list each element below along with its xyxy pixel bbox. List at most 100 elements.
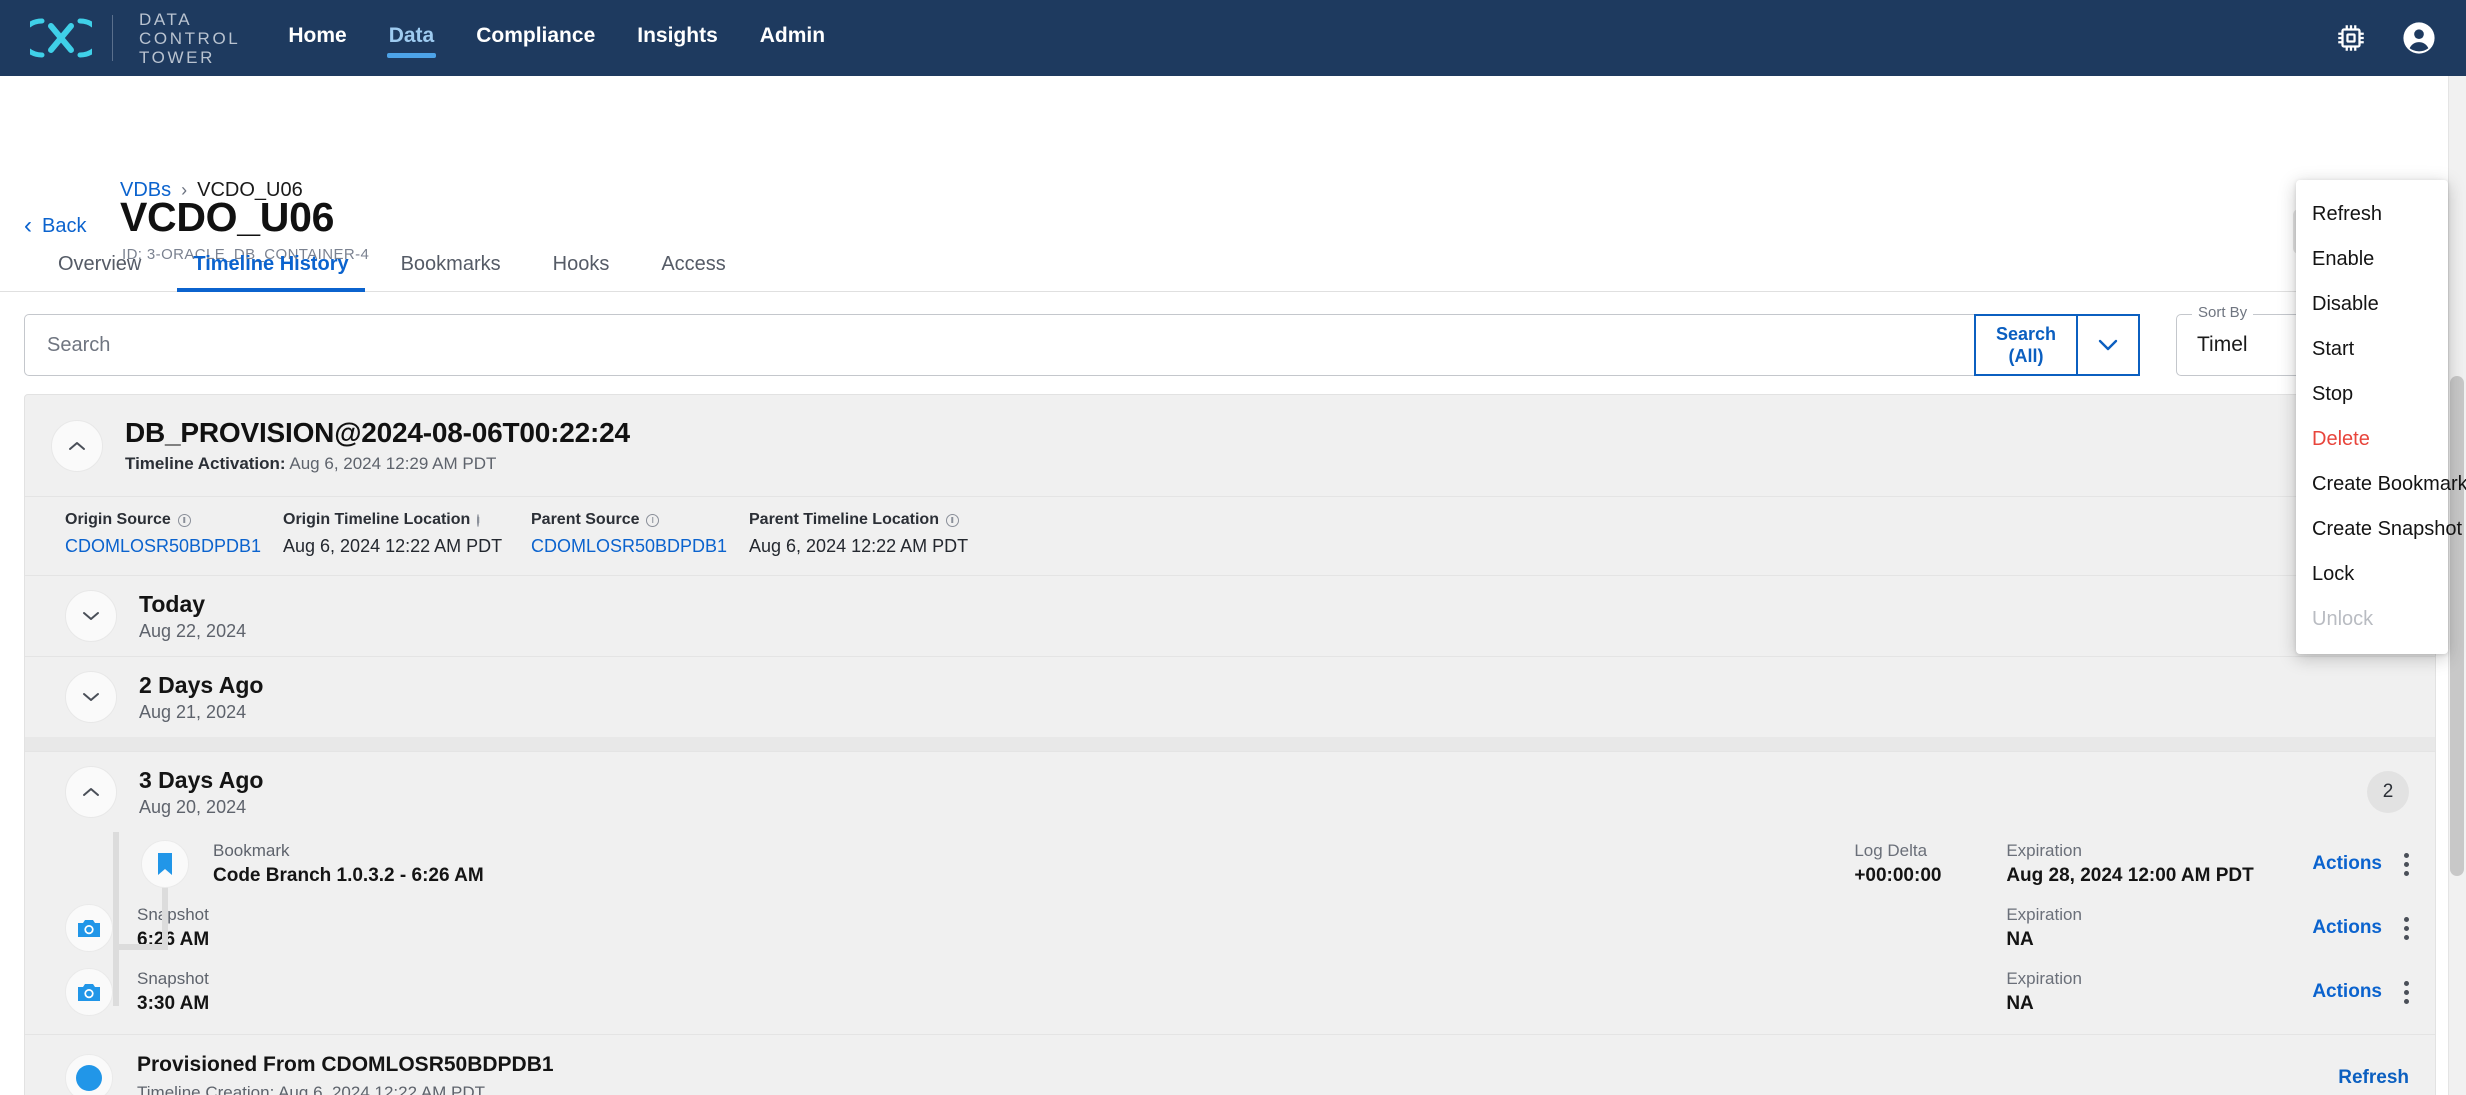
actions-dropdown-menu: Refresh Enable Disable Start Stop Delete… — [2296, 180, 2466, 654]
menu-item-enable[interactable]: Enable — [2296, 237, 2448, 282]
menu-item-stop[interactable]: Stop — [2296, 372, 2448, 417]
timeline-event-row[interactable]: Bookmark Code Branch 1.0.3.2 - 6:26 AM L… — [25, 832, 2435, 896]
timeline-card: DB_PROVISION@2024-08-06T00:22:24 Timelin… — [24, 394, 2436, 1095]
expiration-value: Aug 28, 2024 12:00 AM PDT — [2006, 865, 2254, 886]
meta-parent-source-value[interactable]: CDOMLOSR50BDPDB1 — [531, 536, 727, 557]
row-actions-button[interactable]: Actions — [2312, 853, 2382, 875]
tab-overview[interactable]: Overview — [32, 253, 167, 291]
nav-link-compliance[interactable]: Compliance — [472, 18, 599, 58]
meta-head-text: Origin Source — [65, 511, 171, 528]
menu-item-delete[interactable]: Delete — [2296, 417, 2448, 462]
nav-link-home[interactable]: Home — [284, 18, 350, 58]
log-delta-column — [1854, 926, 1972, 930]
page-scrollbar-thumb[interactable] — [2450, 376, 2464, 876]
search-button[interactable]: Search (All) — [1974, 314, 2078, 376]
search-scope-dropdown-button[interactable] — [2078, 314, 2140, 376]
nav-link-insights[interactable]: Insights — [633, 18, 722, 58]
kebab-menu-icon[interactable] — [2404, 852, 2409, 876]
brand-line-1: DATA — [139, 9, 193, 29]
expiration-column: Expiration NA — [2006, 905, 2278, 951]
tab-hooks[interactable]: Hooks — [527, 253, 636, 291]
page-scrollbar-track[interactable] — [2448, 76, 2466, 1095]
day-group-date: Aug 22, 2024 — [139, 620, 247, 641]
timeline-origin-dot-icon — [65, 1054, 113, 1095]
timeline-card-header: DB_PROVISION@2024-08-06T00:22:24 Timelin… — [25, 395, 2435, 496]
nav-link-data[interactable]: Data — [385, 18, 439, 58]
info-icon[interactable] — [177, 513, 191, 527]
day-group-text: 2 Days Ago Aug 21, 2024 — [139, 672, 263, 723]
expiration-label: Expiration — [2006, 969, 2082, 988]
back-button[interactable]: ‹ Back — [24, 214, 86, 238]
sort-by-label: Sort By — [2192, 304, 2254, 321]
day-expand-toggle[interactable] — [65, 590, 117, 642]
main-nav-links: Home Data Compliance Insights Admin — [284, 18, 829, 58]
search-input[interactable] — [24, 314, 1974, 376]
kebab-menu-icon[interactable] — [2404, 916, 2409, 940]
timeline-activation-value: Aug 6, 2024 12:29 AM PDT — [289, 454, 497, 473]
top-nav-actions — [2334, 21, 2436, 55]
timeline-creation-subtitle: Timeline Creation: Aug 6, 2024 12:22 AM … — [137, 1083, 486, 1095]
day-group-title: Today — [139, 590, 206, 617]
timeline-event-kind: Snapshot — [137, 969, 209, 988]
search-toolbar: Search (All) Sort By Timel — [0, 292, 2466, 394]
log-delta-column: Log Delta +00:00:00 — [1854, 841, 1972, 887]
engine-chip-icon[interactable] — [2334, 21, 2368, 55]
row-actions-button[interactable]: Actions — [2312, 917, 2382, 939]
account-circle-icon[interactable] — [2402, 21, 2436, 55]
timeline-event-name: Code Branch 1.0.3.2 - 6:26 AM — [213, 865, 484, 886]
detail-tabs: Overview Timeline History Bookmarks Hook… — [0, 236, 2466, 292]
expiration-label: Expiration — [2006, 905, 2082, 924]
meta-origin-source-value[interactable]: CDOMLOSR50BDPDB1 — [65, 536, 261, 557]
page-title: VCDO_U06 — [120, 194, 335, 240]
camera-snapshot-icon — [65, 968, 113, 1016]
tab-timeline-history[interactable]: Timeline History — [167, 253, 374, 292]
day-group-header[interactable]: 3 Days Ago Aug 20, 2024 2 — [25, 752, 2435, 832]
group-divider — [25, 737, 2435, 751]
info-icon[interactable] — [646, 513, 660, 527]
day-group-header[interactable]: Today Aug 22, 2024 — [25, 576, 2435, 656]
day-group-count-badge: 2 — [2367, 771, 2409, 813]
timeline-events: Bookmark Code Branch 1.0.3.2 - 6:26 AM L… — [25, 832, 2435, 1034]
timeline-event-row[interactable]: Snapshot 6:26 AM Expiration NA Actions — [25, 896, 2435, 960]
info-icon[interactable] — [945, 513, 959, 527]
menu-item-create-snapshot[interactable]: Create Snapshot — [2296, 507, 2462, 552]
day-group-date: Aug 21, 2024 — [139, 701, 247, 722]
day-expand-toggle[interactable] — [65, 671, 117, 723]
brand-name: DATA CONTROL TOWER — [139, 10, 240, 67]
search-button-line-1: Search — [1995, 324, 2057, 344]
menu-item-refresh[interactable]: Refresh — [2296, 192, 2448, 237]
camera-snapshot-icon — [65, 904, 113, 952]
refresh-link-button[interactable]: Refresh — [2338, 1067, 2409, 1089]
dct-x-logo-icon[interactable] — [19, 15, 103, 61]
timeline-event-kind: Bookmark — [213, 841, 290, 860]
row-actions-button[interactable]: Actions — [2312, 981, 2382, 1003]
chevron-left-icon: ‹ — [24, 212, 32, 239]
day-collapse-toggle[interactable] — [65, 766, 117, 818]
timeline-collapse-toggle[interactable] — [51, 419, 103, 472]
menu-item-start[interactable]: Start — [2296, 327, 2448, 372]
provisioned-from-row: Provisioned From CDOMLOSR50BDPDB1 Timeli… — [25, 1034, 2435, 1095]
meta-parent-source: Parent Source CDOMLOSR50BDPDB1 — [531, 511, 727, 557]
page-header: ‹ Back VDBs › VCDO_U06 VCDO_U06 ID: 3-OR… — [0, 76, 2466, 263]
day-group-2-days-ago: 2 Days Ago Aug 21, 2024 — [25, 656, 2435, 737]
menu-item-disable[interactable]: Disable — [2296, 282, 2448, 327]
bookmark-icon — [141, 840, 189, 888]
sort-by-value: Timel — [2197, 333, 2248, 356]
menu-item-unlock: Unlock — [2312, 608, 2374, 630]
meta-parent-source-label: Parent Source — [531, 511, 691, 529]
timeline-elbow-horizontal — [116, 944, 168, 950]
tab-bookmarks[interactable]: Bookmarks — [375, 253, 527, 291]
timeline-elbow-vertical — [162, 878, 168, 950]
back-label: Back — [42, 214, 87, 237]
nav-link-admin[interactable]: Admin — [756, 18, 829, 58]
kebab-menu-icon[interactable] — [2404, 980, 2409, 1004]
info-icon[interactable] — [477, 513, 480, 527]
menu-item-lock[interactable]: Lock — [2296, 552, 2448, 597]
tab-access[interactable]: Access — [635, 253, 751, 291]
timeline-event-row[interactable]: Snapshot 3:30 AM Expiration NA Actions — [25, 960, 2435, 1024]
timeline-event-text: Snapshot 3:30 AM — [137, 969, 209, 1015]
day-group-header[interactable]: 2 Days Ago Aug 21, 2024 — [25, 657, 2435, 737]
top-navigation-bar: DATA CONTROL TOWER Home Data Compliance … — [0, 0, 2466, 76]
menu-item-create-bookmark[interactable]: Create Bookmark — [2296, 462, 2466, 507]
page-root: DATA CONTROL TOWER Home Data Compliance … — [0, 0, 2466, 1095]
